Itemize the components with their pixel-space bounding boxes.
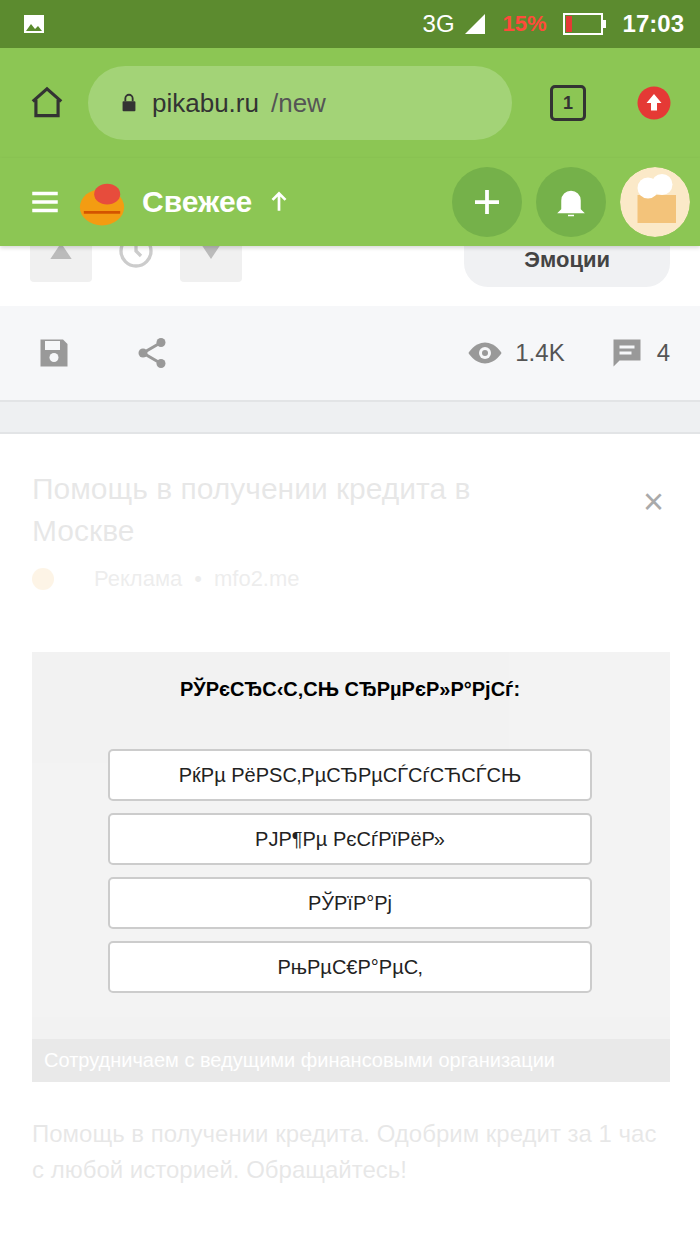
save-icon[interactable] [36,335,72,371]
emotions-button[interactable]: Эмоции [464,246,670,287]
site-header: Свежее [0,158,700,246]
update-icon[interactable] [636,85,672,121]
eye-icon [467,335,503,371]
ad-meta: Реклама•mfo2.me [32,566,670,592]
status-bar: 3G 15% 17:03 [0,0,700,48]
battery-icon [563,12,607,36]
comments-count: 4 [657,339,670,367]
vote-row: Эмоции [0,246,700,306]
arrow-up-icon[interactable] [266,189,292,215]
signal-icon [463,12,487,36]
triangle-down-icon [195,246,227,267]
tab-count[interactable]: 1 [550,85,586,121]
hide-ad-title: РЎРєСЂС‹С‚СЊ СЂРµРєР»Р°РјСѓ: [108,678,592,701]
avatar[interactable] [620,167,690,237]
separator [0,400,700,434]
hide-ad-option[interactable]: РќРµ РёРЅС‚РµСЂРµСЃСѓСЋСЃСЊ [108,749,592,801]
battery-percent: 15% [503,11,547,37]
triangle-up-icon [45,246,77,267]
home-icon[interactable] [28,84,66,122]
bell-icon [553,184,589,220]
plus-icon [469,184,505,220]
ad-caption: Сотрудничаем с ведущими финансовыми орга… [32,1039,670,1082]
url-path: /new [271,88,326,119]
close-button[interactable]: × [643,484,664,520]
ad-card: Помощь в получении кредита в Москве Рекла… [0,434,700,1244]
hide-ad-menu: РЎРєСЂС‹С‚СЊ СЂРµРєР»Р°РјСѓ: РќРµ РёРЅС‚Р… [108,678,592,993]
ad-body: Помощь в получении кредита. Одобрим кред… [32,1116,670,1188]
menu-icon[interactable] [28,185,62,219]
pikabu-logo-icon[interactable] [76,176,128,228]
ad-title[interactable]: Помощь в получении кредита в Москве [32,468,552,552]
screen: 3G 15% 17:03 pikabu.ru/new 1 Свежее Эмоции 1.4K… [0,0,700,1244]
notifications-button[interactable] [536,167,606,237]
avatar-icon [620,167,690,237]
upvote-button[interactable] [30,246,92,282]
clock-icon [116,246,156,271]
network-label: 3G [423,10,455,38]
address-field[interactable]: pikabu.ru/new [88,66,512,140]
ad-label: Реклама [94,566,182,592]
hide-ad-option[interactable]: РЎРїР°Рј [108,877,592,929]
image-icon [22,12,46,36]
ad-domain: mfo2.me [214,566,300,592]
share-icon[interactable] [134,335,170,371]
hide-ad-option[interactable]: РњРµС€Р°РµС‚ [108,941,592,993]
ad-image[interactable]: Сотрудничаем с ведущими финансовыми орга… [32,652,670,1082]
comment-icon[interactable] [609,335,645,371]
lock-icon [118,92,140,114]
post-actions: 1.4K 4 [0,306,700,400]
add-button[interactable] [452,167,522,237]
clock: 17:03 [623,10,684,38]
views-count: 1.4K [515,339,564,367]
hide-ad-option[interactable]: РЈР¶Рµ РєСѓРїРёР» [108,813,592,865]
browser-bar: pikabu.ru/new 1 [0,48,700,158]
section-title[interactable]: Свежее [142,185,252,219]
downvote-button[interactable] [180,246,242,282]
url-host: pikabu.ru [152,88,259,119]
